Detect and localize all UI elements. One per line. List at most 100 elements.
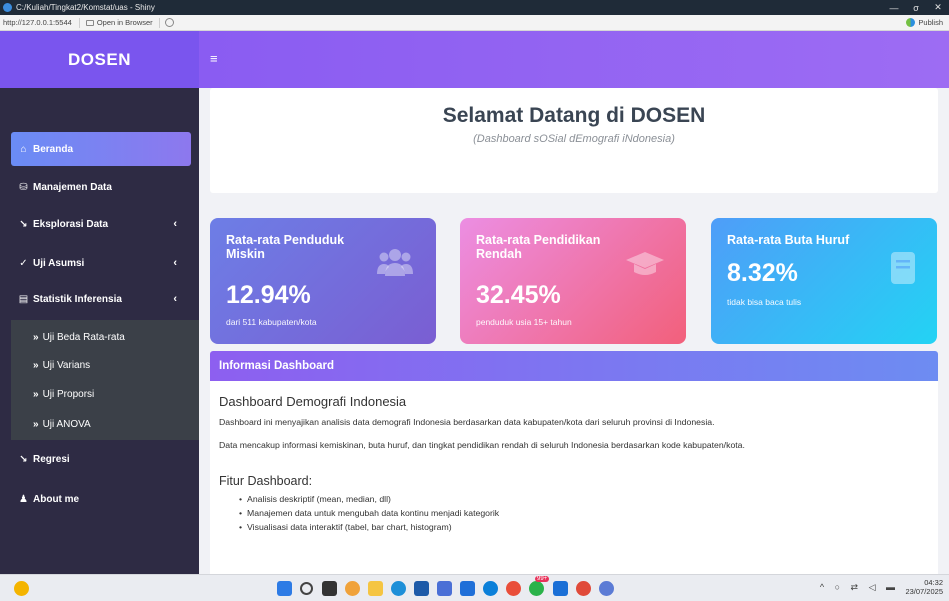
home-icon: ⌂ [20,143,27,155]
app-brand[interactable]: DOSEN [0,31,199,88]
sidebar-subitem-uji-beda-rata-rata[interactable]: » Uji Beda Rata-rata [33,325,125,349]
sidebar-item-beranda[interactable]: ⌂ Beranda [11,132,191,166]
clock-date: 23/07/2025 [905,587,943,596]
notification-badge: 99+ [535,576,550,582]
chevron-left-icon: ‹ [173,257,177,269]
check-circle-icon: ✓ [19,257,28,269]
publish-label: Publish [918,18,943,27]
system-tray[interactable]: ^ ○ ⇄ ◁ ▬ [820,582,899,593]
database-icon: ⛁ [19,181,28,193]
store-icon[interactable] [414,581,429,596]
open-in-browser-button[interactable]: Open in Browser [83,18,156,27]
graduation-cap-icon [626,252,664,275]
close-button[interactable]: ✕ [927,2,949,13]
sidebar-item-about-me[interactable]: ♟ About me [11,482,191,516]
chevron-left-icon: ‹ [173,218,177,230]
list-item: Manajemen data untuk mengubah data konti… [239,508,929,518]
window-title-bar: C:/Kuliah/Tingkat2/Komstat/uas - Shiny —… [0,0,949,15]
word-icon[interactable] [553,581,568,596]
main-content: Selamat Datang di DOSEN (Dashboard sOSia… [199,88,949,574]
sidebar-item-eksplorasi-data[interactable]: ↘ Eksplorasi Data ‹ [11,207,191,241]
refresh-icon[interactable] [164,18,174,27]
rstudio-icon[interactable] [599,581,614,596]
features-title: Fitur Dashboard: [219,474,313,488]
stat-value: 12.94% [226,281,311,309]
start-icon[interactable] [277,581,292,596]
sidebar-subitem-label: Uji Varians [42,359,91,371]
chrome-icon[interactable] [506,581,521,596]
sidebar-item-regresi[interactable]: ↘ Regresi [11,442,191,476]
clock-time: 04:32 [924,578,943,587]
open-external-icon [85,19,94,26]
maximize-button[interactable]: σ [905,3,927,13]
chrome-profile-icon[interactable] [576,581,591,596]
sidebar-subitem-label: Uji Proporsi [42,388,95,400]
features-list: Analisis deskriptif (mean, median, dll) … [219,494,929,532]
double-chevron-right-icon: » [33,359,39,371]
app-icon[interactable] [437,581,452,596]
list-item: Analisis deskriptif (mean, median, dll) [239,494,929,504]
url-text[interactable]: http://127.0.0.1:5544 [0,18,76,27]
window-title: C:/Kuliah/Tingkat2/Komstat/uas - Shiny [16,3,155,12]
chevron-left-icon: ‹ [173,293,177,305]
sidebar-item-statistik-inferensia[interactable]: ▤ Statistik Inferensia ‹ [11,282,191,316]
panel-header: Informasi Dashboard [210,351,938,381]
panel-paragraph: Dashboard ini menyajikan analisis data d… [219,417,715,427]
users-icon [377,249,413,276]
info-dashboard-panel: Informasi Dashboard Dashboard Demografi … [210,351,938,574]
rstudio-icon [3,3,12,12]
sidebar: ⌂ Beranda ⛁ Manajemen Data ↘ Eksplorasi … [0,88,199,574]
stat-card-penduduk-miskin: Rata-rata Penduduk Miskin 12.94% dari 51… [210,218,436,344]
viewer-toolbar: http://127.0.0.1:5544 Open in Browser Pu… [0,15,949,31]
stat-value: 8.32% [727,259,798,287]
sidebar-item-label: Manajemen Data [33,181,112,193]
sidebar-item-label: Statistik Inferensia [33,293,122,305]
panel-paragraph: Data mencakup informasi kemiskinan, buta… [219,440,745,450]
publish-button[interactable]: Publish [906,18,943,27]
sidebar-item-label: Uji Asumsi [33,257,85,269]
app-icon[interactable] [483,581,498,596]
publish-icon [906,18,916,27]
top-navbar: ≡ [199,31,949,88]
sidebar-subitem-label: Uji ANOVA [42,418,91,430]
sidebar-subitem-uji-varians[interactable]: » Uji Varians [33,353,90,377]
sidebar-toggle-icon[interactable]: ≡ [210,51,218,66]
sidebar-submenu: » Uji Beda Rata-rata » Uji Varians » Uji… [11,320,199,440]
open-in-browser-label: Open in Browser [96,18,153,27]
sidebar-item-label: Eksplorasi Data [33,218,109,230]
taskbar: 99+ ^ ○ ⇄ ◁ ▬ 04:32 23/07/2025 [0,574,949,601]
stat-label: Rata-rata Pendidikan Rendah [476,233,601,262]
sidebar-subitem-uji-proporsi[interactable]: » Uji Proporsi [33,382,94,406]
toolbar-divider [158,17,160,28]
file-explorer-icon[interactable] [368,581,383,596]
toolbar-divider [78,17,80,28]
widgets-icon[interactable] [345,581,360,596]
person-icon: ♟ [19,493,28,505]
weather-icon[interactable] [14,581,29,596]
stat-value: 32.45% [476,281,561,309]
task-view-icon[interactable] [322,581,337,596]
list-item: Visualisasi data interaktif (tabel, bar … [239,522,929,532]
stat-card-pendidikan-rendah: Rata-rata Pendidikan Rendah 32.45% pendu… [460,218,686,344]
whatsapp-icon[interactable]: 99+ [529,576,550,596]
book-icon [891,252,915,284]
stat-label: Rata-rata Penduduk Miskin [226,233,345,262]
sidebar-item-label: About me [33,493,80,505]
dropbox-icon[interactable] [460,581,475,596]
sidebar-item-manajemen-data[interactable]: ⛁ Manajemen Data [11,170,191,204]
minimize-button[interactable]: — [883,3,905,13]
sidebar-subitem-label: Uji Beda Rata-rata [42,331,125,343]
double-chevron-right-icon: » [33,388,39,400]
panel-heading: Dashboard Demografi Indonesia [219,394,407,409]
edge-icon[interactable] [391,581,406,596]
clock[interactable]: 04:32 23/07/2025 [905,578,943,596]
stat-subtext: tidak bisa baca tulis [727,297,802,307]
welcome-box: Selamat Datang di DOSEN (Dashboard sOSia… [210,88,938,193]
sidebar-subitem-uji-anova[interactable]: » Uji ANOVA [33,412,91,436]
stat-label: Rata-rata Buta Huruf [727,233,850,247]
calculator-icon: ▤ [18,293,29,305]
search-icon[interactable] [300,582,313,595]
stat-subtext: penduduk usia 15+ tahun [476,317,572,327]
sidebar-item-uji-asumsi[interactable]: ✓ Uji Asumsi ‹ [11,246,191,280]
stat-card-buta-huruf: Rata-rata Buta Huruf 8.32% tidak bisa ba… [711,218,937,344]
